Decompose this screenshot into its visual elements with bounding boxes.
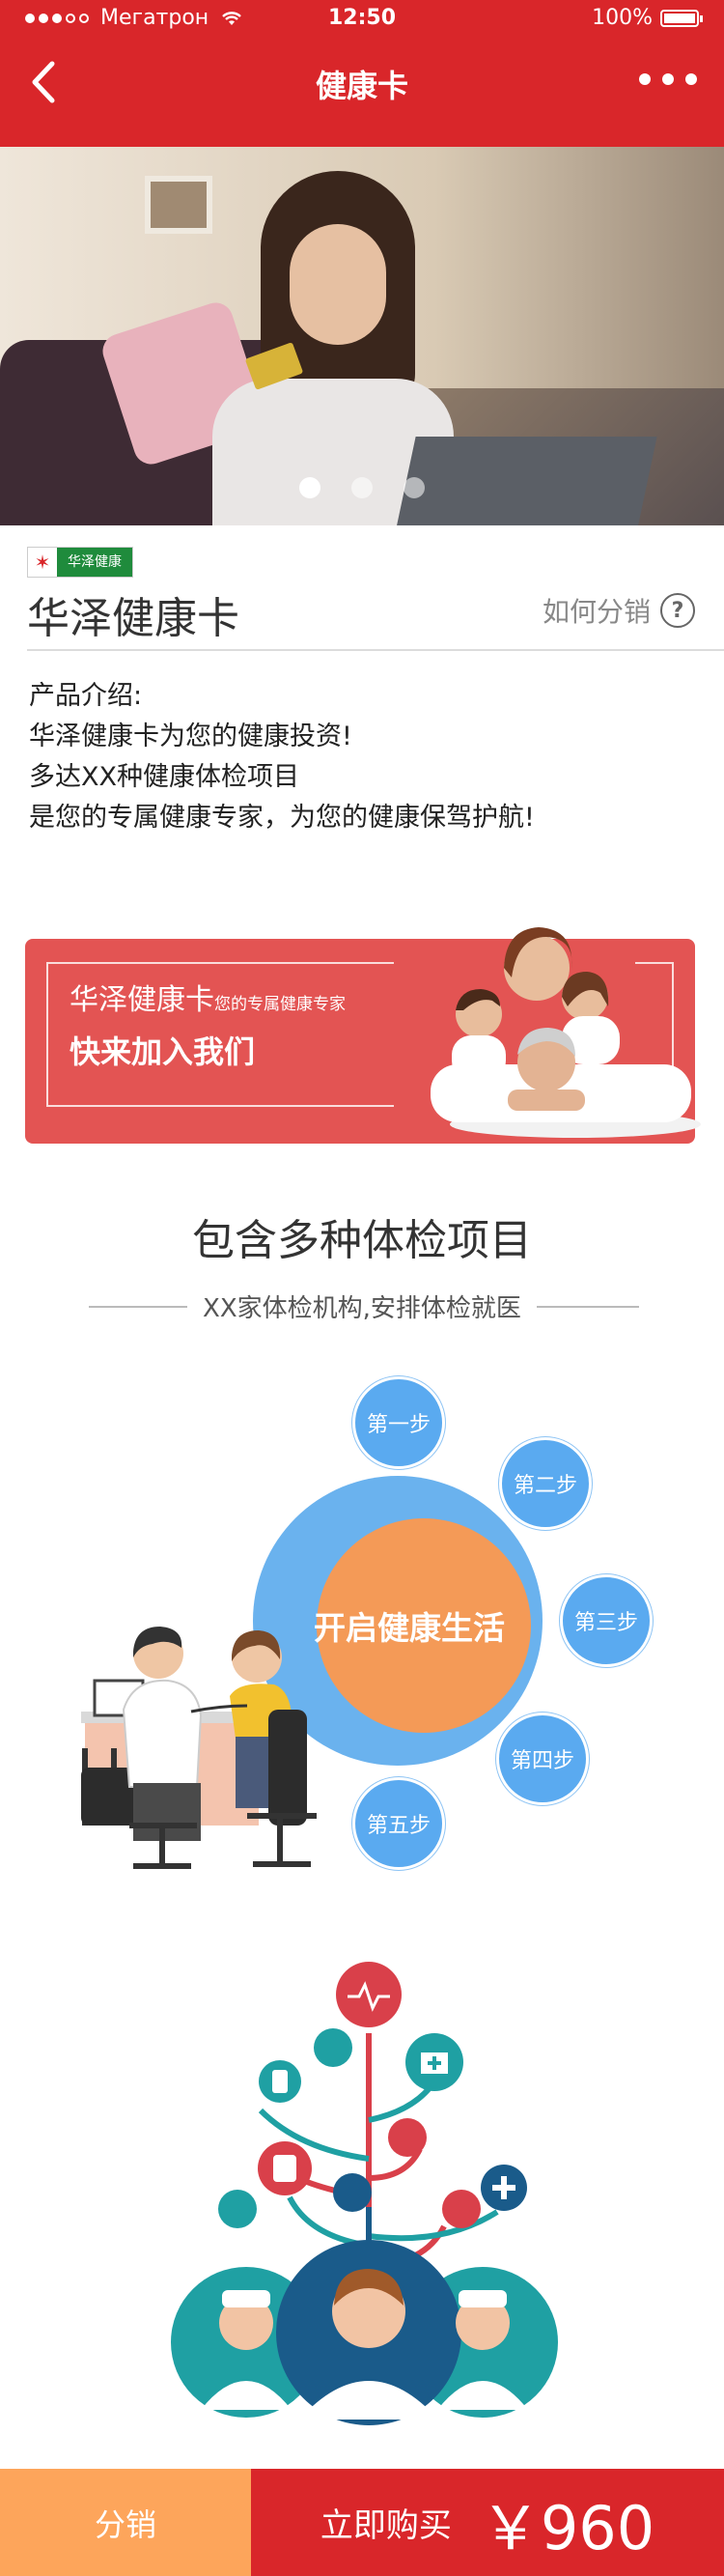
banner-wall-frame bbox=[145, 176, 212, 234]
carousel-dot-2[interactable] bbox=[351, 477, 373, 498]
carousel-indicator bbox=[0, 477, 724, 498]
top-bar: Мегатрон 12:50 100% 健康卡 bbox=[0, 0, 724, 147]
battery-percent: 100% bbox=[592, 6, 653, 30]
how-to-share-label: 如何分销 bbox=[542, 596, 651, 628]
step-4: 第四步 bbox=[496, 1713, 589, 1805]
brand-logo-text: 华泽健康 bbox=[57, 548, 132, 577]
doctor-patient-illustration bbox=[81, 1627, 317, 1869]
more-dots-icon[interactable] bbox=[639, 73, 697, 85]
step-5: 第五步 bbox=[352, 1777, 445, 1870]
step-3: 第三步 bbox=[560, 1574, 653, 1667]
promo-subtitle: 您的专属健康专家 bbox=[214, 995, 346, 1014]
brand-logo-mark-icon: ✶ bbox=[28, 548, 57, 577]
carousel-dot-1[interactable] bbox=[299, 477, 320, 498]
intro-line: 是您的专属健康专家，为您的健康保驾护航! bbox=[29, 803, 535, 833]
banner-carousel[interactable] bbox=[0, 147, 724, 525]
promo-title-text: 华泽健康卡 bbox=[70, 983, 214, 1017]
banner-person-face bbox=[290, 224, 386, 345]
intro-heading: 产品介绍: bbox=[29, 681, 143, 711]
family-image bbox=[431, 927, 701, 1138]
buy-now-button[interactable]: 立即购买 ￥960 bbox=[251, 2469, 724, 2576]
step-2: 第二步 bbox=[499, 1437, 592, 1530]
divider bbox=[27, 649, 724, 651]
section-title: 包含多种体检项目 bbox=[192, 1216, 532, 1265]
intro-line: 华泽健康卡为您的健康投资! bbox=[29, 722, 352, 751]
brand-logo: ✶ 华泽健康 bbox=[27, 547, 133, 578]
promo-banner[interactable]: 华泽健康卡您的专属健康专家 快来加入我们 bbox=[25, 927, 701, 1144]
how-to-share-link[interactable]: 如何分销 ? bbox=[543, 591, 695, 630]
product-title: 华泽健康卡 bbox=[27, 594, 239, 643]
status-right: 100% bbox=[592, 6, 703, 30]
buy-now-label: 立即购买 bbox=[320, 2506, 452, 2545]
status-bar: Мегатрон 12:50 100% bbox=[0, 0, 724, 39]
question-icon: ? bbox=[660, 593, 695, 628]
price-label: ￥960 bbox=[480, 2492, 655, 2563]
battery-icon bbox=[660, 9, 703, 27]
promo-title: 华泽健康卡您的专属健康专家 bbox=[70, 976, 346, 1018]
section-subtitle: XX家体检机构,安排体检就医 bbox=[203, 1294, 521, 1323]
intro-line: 多达XX种健康体检项目 bbox=[29, 762, 299, 792]
share-button[interactable]: 分销 bbox=[0, 2469, 251, 2576]
step-1: 第一步 bbox=[352, 1376, 445, 1469]
product-intro: 产品介绍: 华泽健康卡为您的健康投资! 多达XX种健康体检项目 是您的专属健康专… bbox=[29, 676, 535, 838]
page-title: 健康卡 bbox=[315, 68, 408, 104]
medical-services-illustration bbox=[171, 1962, 558, 2425]
promo-cta: 快来加入我们 bbox=[70, 1033, 256, 1070]
bottom-bar: 分销 立即购买 ￥960 bbox=[0, 2469, 724, 2576]
carousel-dot-3[interactable] bbox=[404, 477, 425, 498]
